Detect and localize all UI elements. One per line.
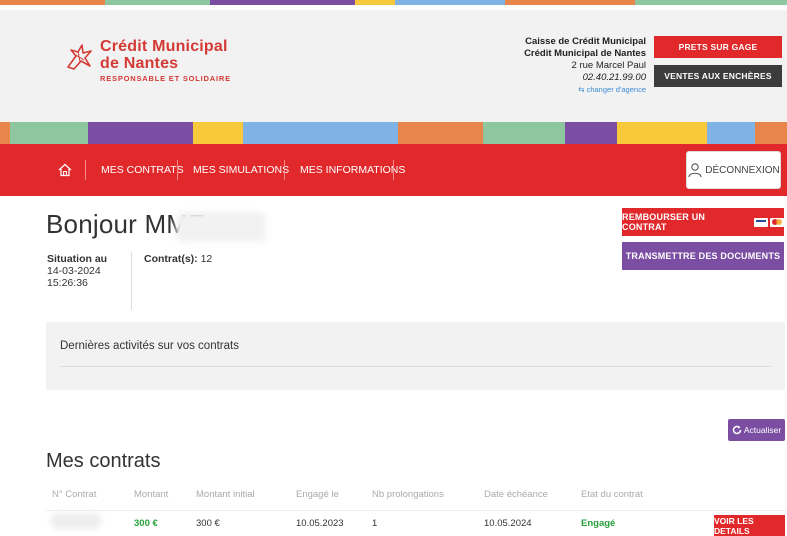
cell-amount: 300 € [134, 518, 158, 529]
column-header-contract-number: N° Contrat [52, 489, 97, 500]
column-header-status: Etat du contrat [581, 489, 643, 500]
cell-status: Engagé [581, 518, 616, 529]
column-header-due-date: Date échéance [484, 489, 548, 500]
visa-card-icon [754, 217, 769, 227]
refresh-button[interactable]: Actualiser [728, 419, 785, 441]
brand-tagline: RESPONSABLE ET SOLIDAIRE [100, 74, 231, 83]
nav-my-simulations[interactable]: MES SIMULATIONS [193, 144, 289, 196]
agency-address: 2 rue Marcel Paul [571, 60, 646, 71]
color-band [0, 122, 787, 144]
situation-block: Situation au 14-03-2024 15:26:36 [47, 253, 107, 289]
column-header-extensions: Nb prolongations [372, 489, 444, 500]
brand-name-line2: de Nantes [100, 55, 179, 72]
logout-label: DÉCONNEXION [705, 164, 780, 176]
swap-icon: ⇆ [578, 85, 585, 94]
view-details-button[interactable]: VOIR LES DETAILS [714, 515, 785, 536]
redacted-name [176, 212, 266, 242]
recent-activities-panel: Dernières activités sur vos contrats [46, 322, 785, 390]
home-icon [58, 163, 72, 177]
refresh-label: Actualiser [743, 425, 782, 435]
cell-initial-amount: 300 € [196, 518, 220, 529]
contracts-section-title: Mes contrats [46, 450, 161, 472]
agency-line1: Caisse de Crédit Municipal [525, 36, 646, 47]
situation-label: Situation au [47, 253, 108, 265]
cell-engaged-on: 10.05.2023 [296, 518, 344, 529]
contracts-count-label: Contrat(s): [144, 253, 198, 265]
nav-separator [284, 160, 285, 180]
divider [60, 366, 771, 367]
repay-contract-button[interactable]: REMBOURSER UN CONTRAT [622, 208, 784, 236]
nav-home[interactable] [58, 144, 72, 196]
divider [131, 252, 132, 310]
griffin-logo-icon [67, 44, 92, 70]
main-nav: MES CONTRATS MES SIMULATIONS MES INFORMA… [0, 144, 787, 196]
user-icon [688, 163, 702, 178]
agency-phone: 02.40.21.99.00 [582, 72, 646, 83]
brand-logo[interactable]: Crédit Municipal de Nantes RESPONSABLE E… [64, 38, 231, 83]
transmit-documents-button[interactable]: TRANSMETTRE DES DOCUMENTS [622, 242, 784, 270]
cell-extensions: 1 [372, 518, 378, 529]
nav-separator [177, 160, 178, 180]
logout-button[interactable]: DÉCONNEXION [686, 151, 781, 189]
refresh-icon [732, 425, 742, 435]
situation-date: 14-03-2024 [47, 265, 101, 277]
nav-my-contracts[interactable]: MES CONTRATS [101, 144, 184, 196]
recent-activities-title: Dernières activités sur vos contrats [60, 340, 239, 352]
brand-name-line1: Crédit Municipal [100, 38, 228, 55]
nav-separator [85, 160, 86, 180]
agency-info: Caisse de Crédit Municipal Crédit Munici… [524, 36, 646, 96]
situation-time: 15:26:36 [47, 277, 88, 289]
column-header-initial-amount: Montant initial [196, 489, 255, 500]
cell-due-date: 10.05.2024 [484, 518, 532, 529]
repay-contract-label: REMBOURSER UN CONTRAT [622, 212, 706, 232]
agency-line2: Crédit Municipal de Nantes [524, 48, 646, 59]
change-agency-link[interactable]: ⇆ changer d'agence [524, 84, 646, 96]
redacted-contract-number [50, 513, 102, 529]
column-header-amount: Montant [134, 489, 169, 500]
contracts-count-value: 12 [200, 253, 213, 265]
top-color-strip [0, 0, 787, 10]
nav-my-information[interactable]: MES INFORMATIONS [300, 144, 405, 196]
contracts-count: Contrat(s): 12 [144, 253, 212, 265]
change-agency-label: changer d'agence [586, 85, 646, 94]
nav-separator [393, 160, 394, 180]
site-header: Crédit Municipal de Nantes RESPONSABLE E… [0, 10, 787, 122]
column-header-engaged-on: Engagé le [296, 489, 339, 500]
auctions-button[interactable]: VENTES AUX ENCHÈRES [654, 65, 782, 87]
pawn-loans-button[interactable]: PRETS SUR GAGE [654, 36, 782, 58]
mastercard-icon [770, 217, 784, 227]
